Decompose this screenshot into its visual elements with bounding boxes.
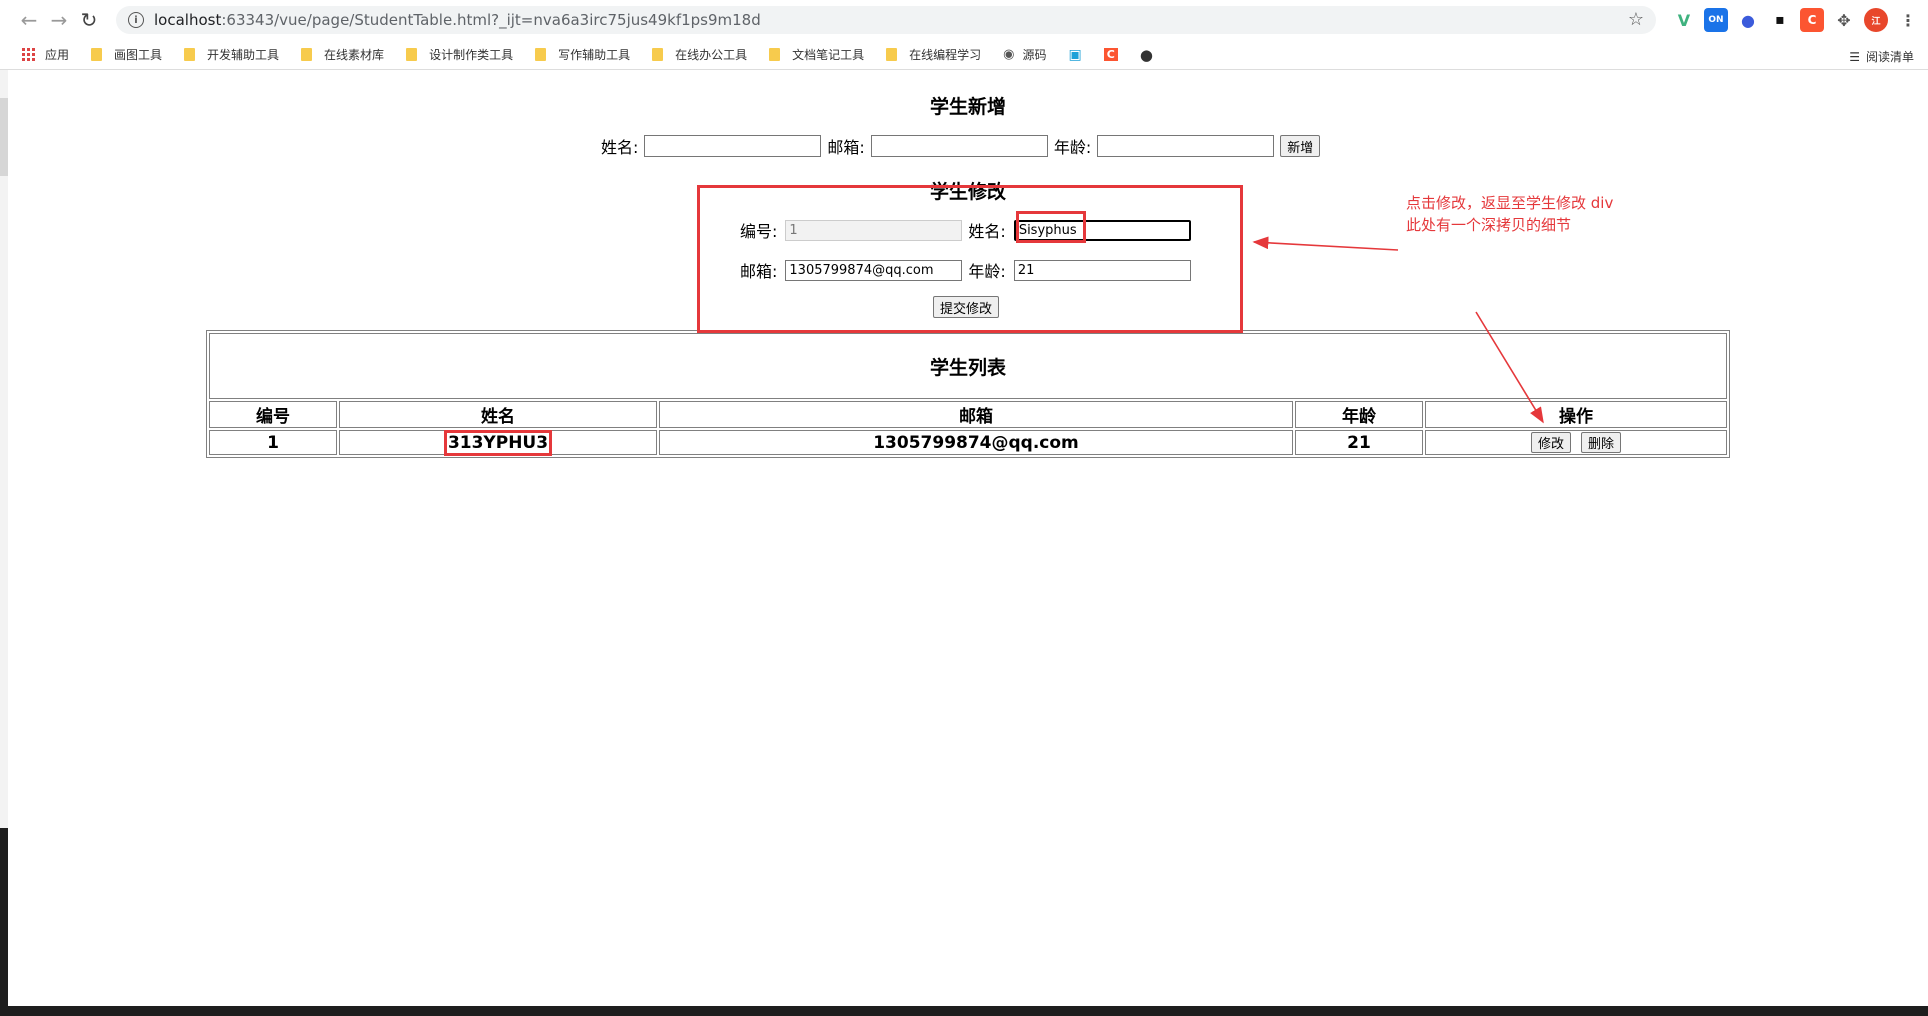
avatar[interactable]: 江 [1864,8,1888,32]
add-section-title: 学生新增 [929,96,1006,118]
add-button[interactable]: 新增 [1280,135,1321,157]
bookmark-apps[interactable]: 应用 [22,46,69,63]
add-age-label: 年龄: [1053,138,1092,157]
reload-icon[interactable]: ↻ [74,5,104,35]
folder-icon [886,48,898,61]
puzzle-icon[interactable]: ✥ [1832,8,1856,32]
add-name-label: 姓名: [601,138,639,157]
reading-list-icon: ☰ [1849,49,1860,64]
header-ops: 操作 [1425,401,1727,428]
taskbar [0,1006,1928,1016]
back-icon[interactable]: ← [14,5,44,35]
bookmark-folder[interactable]: 在线编程学习 [886,46,981,63]
forward-icon[interactable]: → [44,5,74,35]
globe-icon: ◉ [1003,47,1015,62]
header-age: 年龄 [1295,401,1423,428]
bookmark-source[interactable]: ◉ 源码 [1003,46,1046,63]
bookmark-folder[interactable]: 文档笔记工具 [769,46,864,63]
table-title: 学生列表 [209,333,1727,399]
github-icon: ● [1139,45,1153,64]
bookmark-github[interactable]: ● [1140,46,1153,64]
folder-icon [91,48,103,61]
extensions: V ON ● ▪ C ✥ 江 ⋮ [1672,8,1920,32]
annotation-note: 点击修改，返显至学生修改 div 此处有一个深拷贝的细节 [1406,194,1614,234]
apps-grid-icon [22,48,35,61]
add-form: 姓名: 邮箱: 年龄: 新增 [601,134,1321,158]
menu-kebab-icon[interactable]: ⋮ [1896,8,1920,32]
name-input-highlight [1016,211,1086,243]
add-name-input[interactable] [644,135,822,157]
bookmark-star-icon[interactable]: ☆ [1628,9,1644,30]
csdn-icon[interactable]: C [1800,8,1824,32]
cell-id: 1 [209,430,337,455]
edit-section-highlight [697,185,1243,333]
add-email-input[interactable] [870,135,1048,157]
dark-extension-icon[interactable]: ▪ [1768,8,1792,32]
folder-icon [535,48,547,61]
reading-list[interactable]: ☰ 阅读清单 [1849,48,1914,65]
bookmark-folder[interactable]: 在线办公工具 [652,46,747,63]
bookmarks-bar: 应用 画图工具 开发辅助工具 在线素材库 设计制作类工具 写作辅助工具 在线办公… [0,40,1928,70]
folder-icon [406,48,418,61]
student-table: 学生列表 编号 姓名 邮箱 年龄 操作 1 313YPHU3 130579987… [206,330,1730,458]
folder-icon [184,48,196,61]
table-header-row: 编号 姓名 邮箱 年龄 操作 [209,401,1727,428]
header-email: 邮箱 [659,401,1293,428]
bookmark-folder[interactable]: 开发辅助工具 [184,46,279,63]
url-host: localhost [154,11,222,29]
url-path: :63343/vue/page/StudentTable.html?_ijt=n… [221,11,761,29]
download-icon[interactable]: ● [1736,8,1760,32]
header-name: 姓名 [339,401,657,428]
delete-row-button[interactable]: 删除 [1580,432,1621,453]
bookmark-bilibili[interactable]: ▣ [1069,47,1082,63]
on-extension-icon[interactable]: ON [1704,8,1728,32]
folder-icon [652,48,664,61]
header-id: 编号 [209,401,337,428]
add-age-input[interactable] [1097,135,1275,157]
address-bar[interactable]: i localhost:63343/vue/page/StudentTable.… [116,6,1656,34]
bookmark-folder[interactable]: 画图工具 [91,46,162,63]
edit-row-button[interactable]: 修改 [1531,432,1572,453]
info-icon[interactable]: i [128,12,144,28]
folder-icon [301,48,313,61]
cell-ops: 修改 删除 [1425,430,1727,455]
folder-icon [769,48,781,61]
bookmark-csdn[interactable]: C [1103,48,1118,61]
csdn-icon: C [1103,48,1118,61]
table-row: 1 313YPHU3 1305799874@qq.com 21 修改 删除 [209,430,1727,455]
browser-toolbar: ← → ↻ i localhost:63343/vue/page/Student… [0,0,1928,40]
bilibili-icon: ▣ [1068,46,1082,63]
vue-devtools-icon[interactable]: V [1672,8,1696,32]
cell-age: 21 [1295,430,1423,455]
bookmark-folder[interactable]: 设计制作类工具 [406,46,513,63]
cell-email: 1305799874@qq.com [659,430,1293,455]
bookmark-folder[interactable]: 写作辅助工具 [535,46,630,63]
add-email-label: 邮箱: [827,138,865,157]
bookmark-folder[interactable]: 在线素材库 [301,46,384,63]
name-cell-highlight [444,430,552,456]
